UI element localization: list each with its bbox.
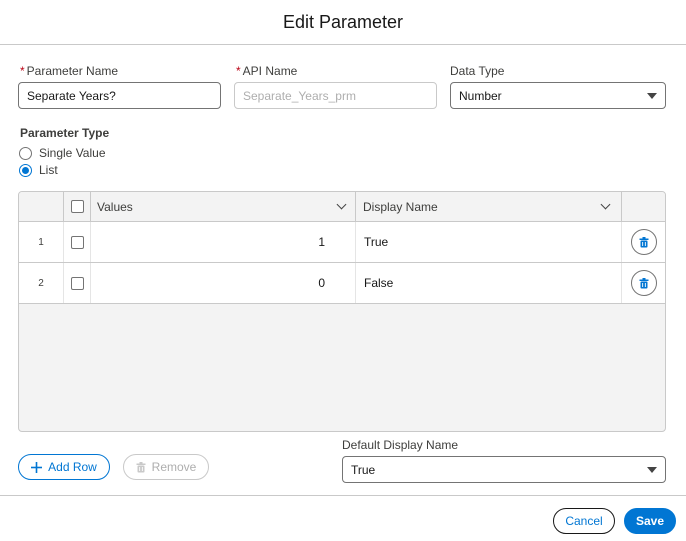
radio-list[interactable]: List	[19, 163, 58, 177]
delete-row-button[interactable]	[630, 229, 657, 255]
radio-button-checked[interactable]	[19, 163, 32, 177]
row-number: 2	[19, 263, 64, 303]
add-row-button[interactable]: Add Row	[18, 454, 110, 480]
row-select-cell	[64, 222, 91, 262]
grid-header: Values Display Name	[19, 192, 665, 222]
api-name-input[interactable]: Separate_Years_prm	[234, 82, 437, 109]
row-actions-cell	[622, 263, 665, 303]
delete-row-button[interactable]	[630, 270, 657, 296]
remove-button[interactable]: Remove	[123, 454, 209, 480]
required-mark: *	[20, 64, 25, 78]
data-type-value: Number	[459, 88, 502, 103]
save-label: Save	[635, 514, 665, 528]
display-name-cell[interactable]: True	[356, 222, 622, 262]
save-button[interactable]: Save	[624, 508, 676, 534]
caret-down-icon	[647, 92, 657, 99]
modal-header: Edit Parameter	[0, 0, 686, 45]
select-all-checkbox[interactable]	[70, 200, 84, 213]
parameter-name-label: * Parameter Name	[20, 64, 118, 78]
required-mark: *	[236, 64, 241, 78]
default-display-name-label: Default Display Name	[342, 438, 459, 452]
remove-label: Remove	[151, 460, 197, 474]
default-display-name-value: True	[351, 462, 376, 477]
trash-icon	[639, 236, 648, 247]
row-checkbox[interactable]	[70, 276, 84, 290]
header-display-name-column[interactable]: Display Name	[356, 192, 622, 221]
cancel-label: Cancel	[565, 514, 603, 528]
chevron-down-icon[interactable]	[600, 199, 611, 210]
default-display-name-select[interactable]: True	[342, 456, 666, 483]
chevron-down-icon[interactable]	[336, 199, 347, 210]
header-select-all-cell	[64, 192, 91, 221]
api-name-label-text: API Name	[242, 64, 298, 78]
edit-parameter-modal: Edit Parameter * Parameter Name Separate …	[0, 0, 686, 541]
header-rownum-cell	[19, 192, 64, 221]
trash-icon	[136, 461, 146, 472]
display-name-text: True	[364, 235, 389, 249]
parameter-name-input[interactable]: Separate Years?	[18, 82, 221, 109]
row-checkbox[interactable]	[70, 235, 84, 249]
table-row: 2 0 False	[19, 263, 665, 304]
cancel-button[interactable]: Cancel	[553, 508, 615, 534]
row-number: 1	[19, 222, 64, 262]
radio-button[interactable]	[19, 146, 32, 160]
row-select-cell	[64, 263, 91, 303]
display-name-cell[interactable]: False	[356, 263, 622, 303]
display-name-text: False	[364, 276, 394, 290]
radio-label: Single Value	[39, 146, 106, 160]
value-cell[interactable]: 0	[91, 263, 356, 303]
radio-single-value[interactable]: Single Value	[19, 146, 106, 160]
parameter-name-value: Separate Years?	[27, 88, 116, 103]
row-actions-cell	[622, 222, 665, 262]
plus-icon	[31, 461, 43, 473]
caret-down-icon	[647, 466, 657, 473]
radio-label: List	[39, 163, 58, 177]
values-grid: Values Display Name 1 1 True 2 0 False	[18, 191, 666, 432]
display-name-column-label: Display Name	[363, 199, 438, 214]
add-row-label: Add Row	[48, 460, 97, 474]
api-name-label: * API Name	[236, 64, 297, 78]
values-column-label: Values	[97, 199, 133, 214]
data-type-label: Data Type	[450, 64, 505, 78]
value-text: 1	[318, 235, 325, 249]
header-actions-cell	[622, 192, 665, 221]
header-values-column[interactable]: Values	[91, 192, 356, 221]
footer-divider	[0, 495, 686, 496]
modal-title: Edit Parameter	[282, 11, 404, 32]
parameter-type-title: Parameter Type	[20, 126, 110, 140]
data-type-select[interactable]: Number	[450, 82, 666, 109]
table-row: 1 1 True	[19, 222, 665, 263]
parameter-name-label-text: Parameter Name	[26, 64, 119, 78]
api-name-placeholder: Separate_Years_prm	[243, 88, 356, 103]
value-text: 0	[318, 276, 325, 290]
trash-icon	[639, 277, 648, 288]
value-cell[interactable]: 1	[91, 222, 356, 262]
